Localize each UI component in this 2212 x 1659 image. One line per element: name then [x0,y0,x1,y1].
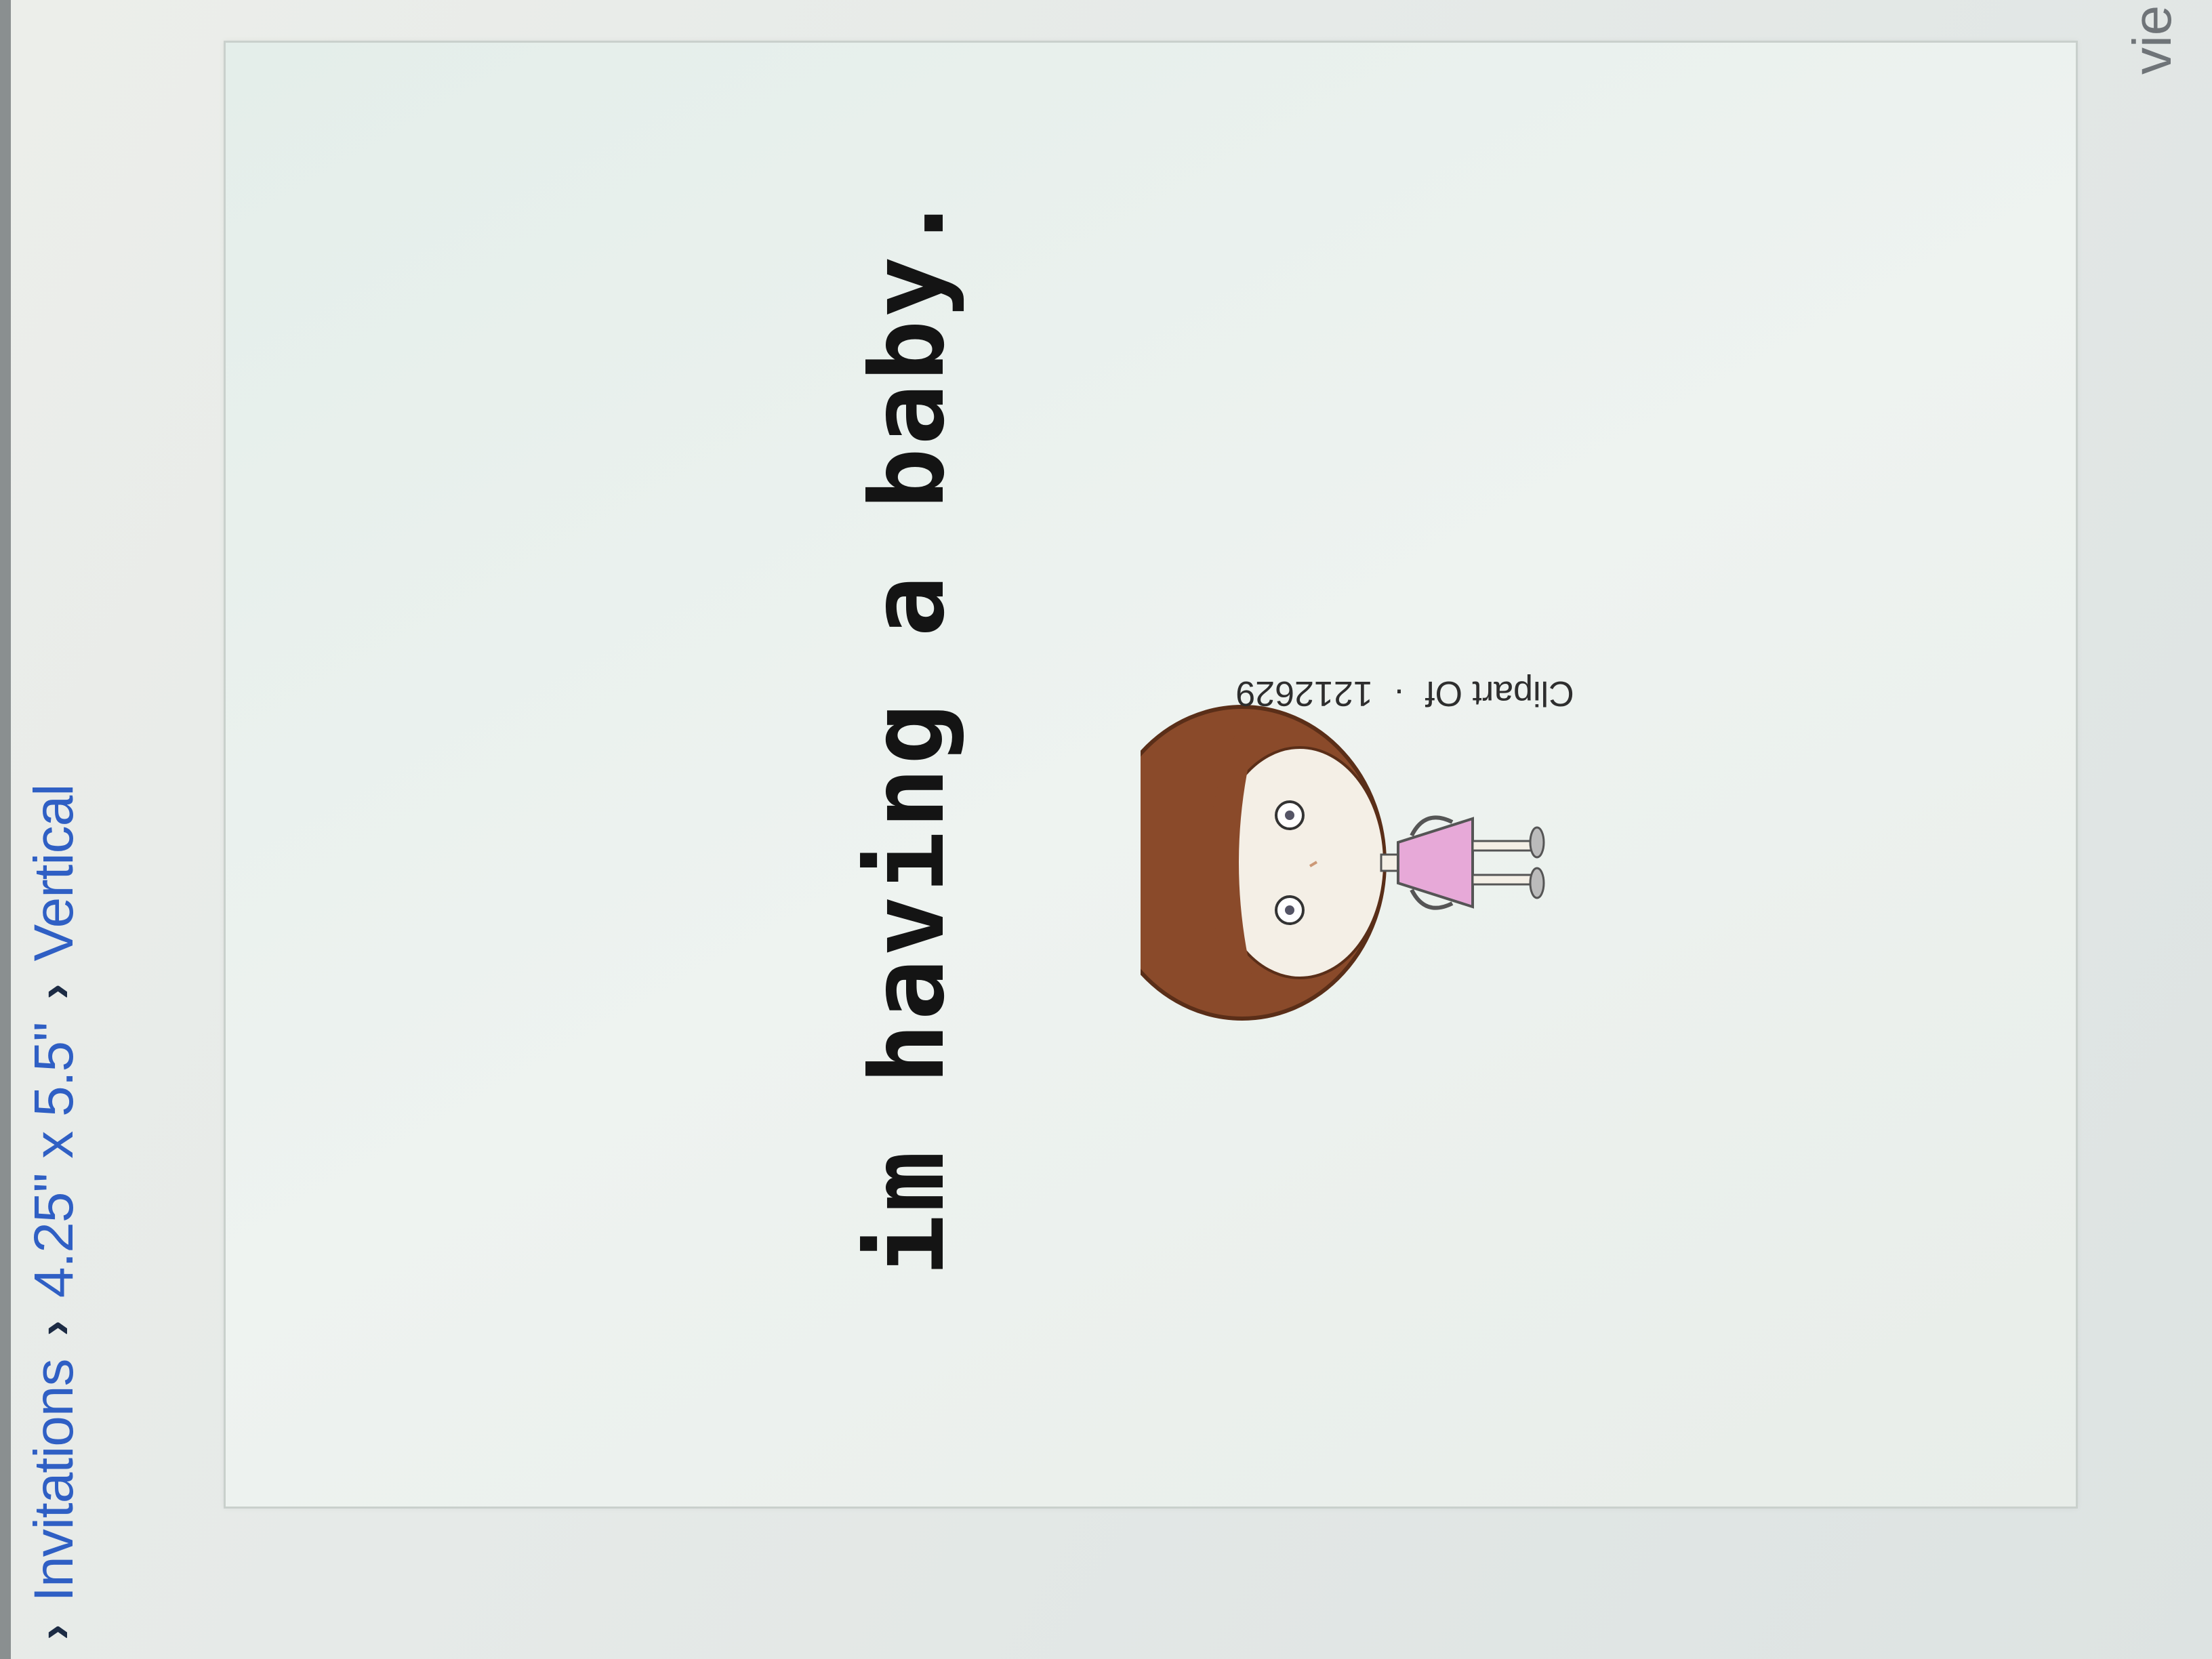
girl-figure-icon[interactable] [1141,653,1656,1086]
breadcrumb-orientation[interactable]: Vertical [22,785,86,962]
breadcrumb-separator: › [28,984,81,1000]
credit-dot: · [1393,674,1406,713]
breadcrumb-separator: › [28,1624,81,1640]
breadcrumb-invitations[interactable]: Invitations [22,1359,86,1601]
card-preview[interactable]: im having a baby. Clipart Of · 1212629 [224,41,2078,1509]
card-headline[interactable]: im having a baby. [849,190,967,1276]
clipart-credit: Clipart Of · 1212629 [1188,673,1622,714]
credit-source: Clipart Of [1425,674,1574,713]
view-label[interactable]: vie [2121,5,2184,75]
screen-bezel [0,0,11,1659]
breadcrumb-separator: › [28,1321,81,1336]
credit-id: 1212629 [1235,674,1373,713]
breadcrumb: › Invitations › 4.25" x 5.5" › Vertical [23,785,85,1640]
breadcrumb-size[interactable]: 4.25" x 5.5" [22,1023,86,1298]
